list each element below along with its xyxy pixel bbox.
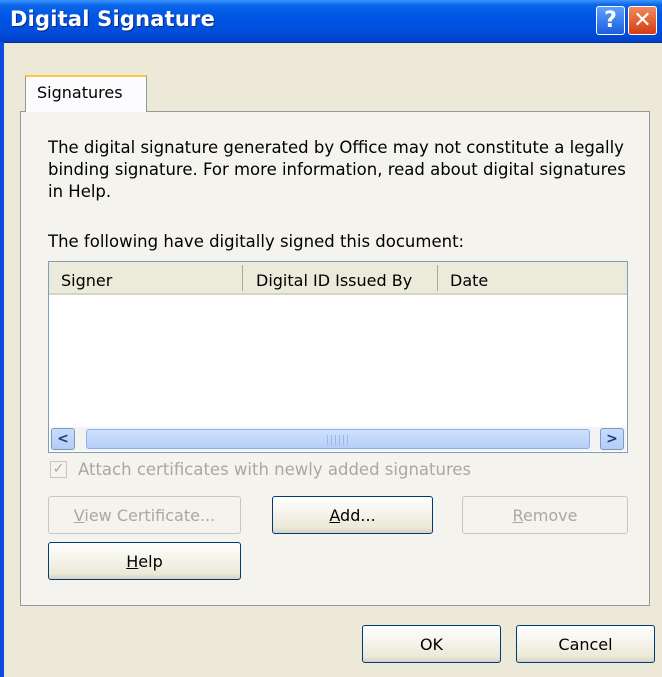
scroll-right-arrow-icon[interactable]: > [600, 428, 624, 450]
view-certificate-label: View Certificate... [73, 505, 216, 525]
tab-label: Signatures [37, 83, 123, 102]
attach-certificates-label: Attach certificates with newly added sig… [78, 460, 472, 479]
close-icon[interactable]: ✕ [628, 6, 657, 35]
cancel-button[interactable]: Cancel [516, 625, 655, 663]
add-label: Add... [329, 505, 376, 525]
add-button[interactable]: Add... [272, 496, 433, 534]
view-certificate-button[interactable]: View Certificate... [48, 496, 241, 534]
title-bar[interactable]: Digital Signature ? ✕ [0, 0, 662, 43]
digital-signature-dialog: Digital Signature ? ✕ Signatures The dig… [0, 0, 662, 677]
tab-signatures[interactable]: Signatures [25, 75, 147, 112]
help-label: Help [126, 551, 163, 571]
signatures-list[interactable]: Signer Digital ID Issued By Date < > [48, 261, 628, 453]
window-frame [0, 42, 4, 677]
column-header-issued-by[interactable]: Digital ID Issued By [256, 271, 412, 290]
horizontal-scrollbar[interactable]: < > [50, 427, 626, 451]
help-button[interactable]: Help [48, 542, 241, 580]
list-header: Signer Digital ID Issued By Date [49, 262, 627, 295]
remove-button[interactable]: Remove [462, 496, 628, 534]
window-title: Digital Signature [10, 7, 216, 31]
scrollbar-thumb[interactable] [86, 429, 590, 449]
column-header-signer[interactable]: Signer [61, 271, 112, 290]
description-text: The digital signature generated by Offic… [48, 138, 626, 201]
column-header-date[interactable]: Date [450, 271, 488, 290]
remove-label: Remove [512, 505, 578, 525]
column-divider[interactable] [437, 265, 438, 291]
list-label: The following have digitally signed this… [48, 232, 465, 251]
attach-certificates-checkbox[interactable]: ✓ [50, 461, 67, 478]
ok-button[interactable]: OK [362, 625, 501, 663]
help-icon[interactable]: ? [596, 6, 625, 35]
cancel-label: Cancel [558, 634, 613, 654]
ok-label: OK [419, 634, 444, 654]
column-divider[interactable] [242, 265, 243, 291]
scroll-left-arrow-icon[interactable]: < [51, 428, 75, 450]
scroll-grip-icon [327, 435, 349, 445]
